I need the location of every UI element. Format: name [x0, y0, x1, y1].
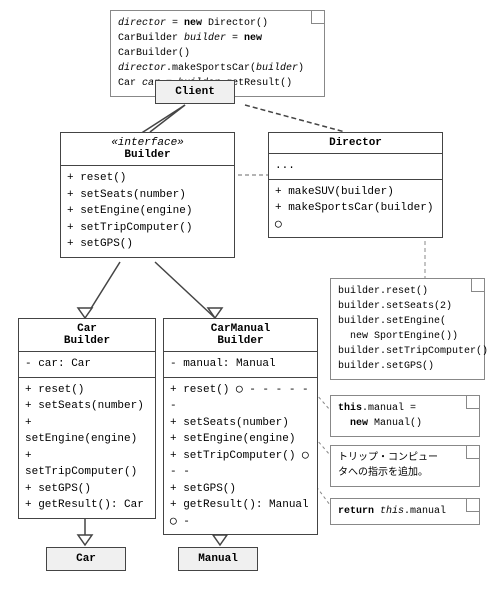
note3-line1: トリップ・コンピュー [338, 451, 472, 466]
car-manual-builder-methods: + reset() ◯ - - - - - - + setSeats(numbe… [164, 378, 317, 535]
car-manual-builder-fields: - manual: Manual [164, 352, 317, 378]
director-fields: ... [269, 154, 442, 180]
car-label: Car [76, 553, 96, 565]
car-builder-box: CarBuilder - car: Car + reset() + setSea… [18, 318, 156, 519]
note1-line4: new SportEngine()) [338, 329, 477, 344]
client-label: Client [175, 86, 215, 98]
car-manual-m3: + setEngine(engine) [170, 431, 311, 448]
builder-methods: + reset() + setSeats(number) + setEngine… [61, 166, 234, 257]
director-note: builder.reset() builder.setSeats(2) buil… [330, 278, 485, 380]
note3-line2: タへの指示を追加。 [338, 466, 472, 481]
builder-box: «interface» Builder + reset() + setSeats… [60, 132, 235, 258]
car-manual-builder-title: CarManualBuilder [164, 319, 317, 352]
car-manual-m2: + setSeats(number) [170, 415, 311, 432]
car-builder-m5: + setGPS() [25, 481, 149, 498]
car-manual-m6: + getResult(): Manual ◯ - [170, 497, 311, 530]
code-line-1: director = new Director() [118, 16, 317, 31]
uml-diagram: director = new Director() CarBuilder bui… [0, 0, 500, 590]
car-manual-m4: + setTripComputer() ◯ - - [170, 448, 311, 481]
manual-label: Manual [198, 553, 238, 565]
note4-line1: return this.manual [338, 504, 472, 519]
car-box: Car [46, 547, 126, 571]
car-builder-field-1: - car: Car [25, 356, 149, 373]
director-methods: + makeSUV(builder) + makeSportsCar(build… [269, 180, 442, 238]
note3-box: トリップ・コンピュー タへの指示を追加。 [330, 445, 480, 487]
car-manual-field-1: - manual: Manual [170, 356, 311, 373]
note1-line3: builder.setEngine( [338, 314, 477, 329]
note2-box: this.manual = new Manual() [330, 395, 480, 437]
car-builder-m2: + setSeats(number) [25, 398, 149, 415]
note2-line2: new Manual() [338, 416, 472, 431]
car-builder-methods: + reset() + setSeats(number) + setEngine… [19, 378, 155, 518]
builder-method-4: + setTripComputer() [67, 220, 228, 237]
builder-stereotype: «interface» [67, 137, 228, 149]
builder-title: «interface» Builder [61, 133, 234, 166]
director-title: Director [269, 133, 442, 154]
code-line-2: CarBuilder builder = new CarBuilder() [118, 31, 317, 61]
code-line-3: director.makeSportsCar(builder) [118, 61, 317, 76]
car-manual-m1: + reset() ◯ - - - - - - [170, 382, 311, 415]
director-box: Director ... + makeSUV(builder) + makeSp… [268, 132, 443, 238]
director-field-1: ... [275, 158, 436, 175]
car-manual-m5: + setGPS() [170, 481, 311, 498]
car-manual-builder-box: CarManualBuilder - manual: Manual + rese… [163, 318, 318, 535]
car-builder-m6: + getResult(): Car [25, 497, 149, 514]
car-builder-m4: + setTripComputer() [25, 448, 149, 481]
note1-line6: builder.setGPS() [338, 359, 477, 374]
builder-name: Builder [67, 149, 228, 161]
note2-line1: this.manual = [338, 401, 472, 416]
note1-line2: builder.setSeats(2) [338, 299, 477, 314]
client-box: Client [155, 80, 235, 104]
note4-box: return this.manual [330, 498, 480, 525]
car-builder-m1: + reset() [25, 382, 149, 399]
car-builder-fields: - car: Car [19, 352, 155, 378]
director-method-1: + makeSUV(builder) [275, 184, 436, 201]
builder-method-3: + setEngine(engine) [67, 203, 228, 220]
builder-method-5: + setGPS() [67, 236, 228, 253]
director-method-2: + makeSportsCar(builder) ◯ [275, 200, 436, 233]
builder-method-2: + setSeats(number) [67, 187, 228, 204]
manual-box: Manual [178, 547, 258, 571]
note1-line5: builder.setTripComputer() [338, 344, 477, 359]
director-name: Director [329, 137, 382, 149]
car-builder-title: CarBuilder [19, 319, 155, 352]
builder-method-1: + reset() [67, 170, 228, 187]
car-builder-m3: + setEngine(engine) [25, 415, 149, 448]
note1-line1: builder.reset() [338, 284, 477, 299]
